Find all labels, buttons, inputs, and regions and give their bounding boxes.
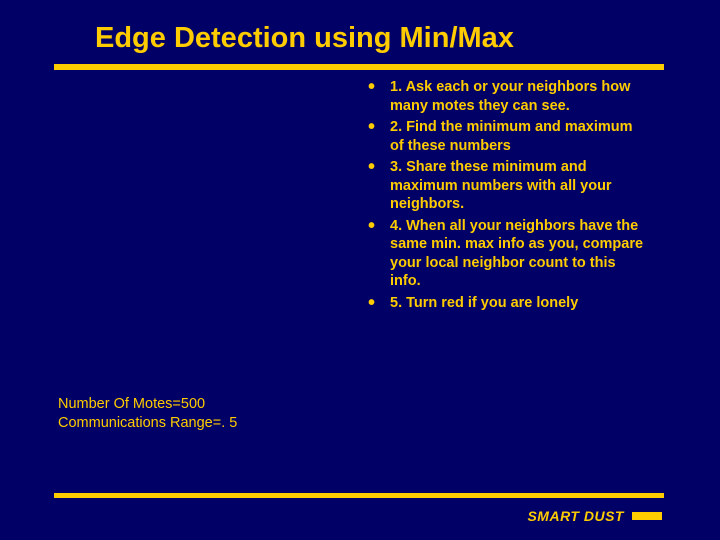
caption-line: Communications Range=. 5 — [58, 414, 237, 433]
brand-text: SMART DUST — [527, 508, 624, 524]
bullet-item: 3. Share these minimum and maximum numbe… — [368, 158, 650, 214]
content-area: 1. Ask each or your neighbors how many m… — [0, 78, 720, 316]
bullet-item: 1. Ask each or your neighbors how many m… — [368, 78, 650, 115]
right-column: 1. Ask each or your neighbors how many m… — [368, 78, 668, 316]
parameters-caption: Number Of Motes=500 Communications Range… — [58, 395, 237, 433]
footer-brand: SMART DUST — [527, 508, 662, 524]
bullet-item: 2. Find the minimum and maximum of these… — [368, 118, 650, 155]
bullet-item: 5. Turn red if you are lonely — [368, 294, 650, 313]
slide: Edge Detection using Min/Max 1. Ask each… — [0, 0, 720, 540]
caption-line: Number Of Motes=500 — [58, 395, 237, 414]
left-column — [0, 78, 368, 316]
bullet-item: 4. When all your neighbors have the same… — [368, 217, 650, 291]
brand-mark-icon — [632, 512, 662, 520]
bullet-list: 1. Ask each or your neighbors how many m… — [368, 78, 650, 313]
title-divider — [54, 64, 664, 70]
footer-divider — [54, 493, 664, 498]
slide-title: Edge Detection using Min/Max — [0, 0, 720, 55]
